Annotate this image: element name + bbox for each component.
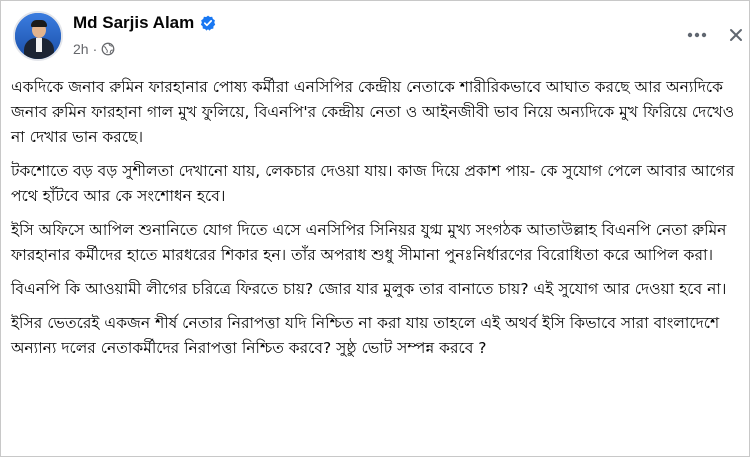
post-timestamp[interactable]: 2h — [73, 41, 89, 57]
more-dots-icon — [687, 32, 707, 38]
post-body: একদিকে জনাব রুমিন ফারহানার পোষ্য কর্মীরা… — [11, 75, 739, 370]
post-paragraph: টকশোতে বড় বড় সুশীলতা দেখানো যায়, লেকচ… — [11, 162, 735, 205]
close-icon — [730, 29, 742, 41]
post-paragraph: ইসির ভেতরেই একজন শীর্ষ নেতার নিরাপত্তা য… — [11, 314, 720, 357]
facebook-post-card: Md Sarjis Alam 2h · একদিকে জনাব রুমিন ফা… — [0, 0, 750, 457]
post-header: Md Sarjis Alam 2h · — [1, 1, 749, 71]
globe-icon[interactable] — [101, 42, 115, 56]
author-name[interactable]: Md Sarjis Alam — [73, 13, 194, 33]
post-paragraph: বিএনপি কি আওয়ামী লীগের চরিত্রে ফিরতে চা… — [11, 280, 727, 298]
post-paragraph: ইসি অফিসে আপিল শুনানিতে যোগ দিতে এসে এনস… — [11, 221, 727, 264]
meta-separator: · — [92, 41, 98, 57]
post-meta: 2h · — [73, 41, 115, 57]
post-paragraph: একদিকে জনাব রুমিন ফারহানার পোষ্য কর্মীরা… — [11, 78, 735, 146]
author-avatar[interactable] — [13, 11, 63, 61]
more-options-button[interactable] — [685, 23, 709, 47]
close-post-button[interactable] — [725, 23, 747, 47]
author-name-row: Md Sarjis Alam — [73, 13, 216, 33]
verified-badge-icon — [201, 15, 216, 31]
